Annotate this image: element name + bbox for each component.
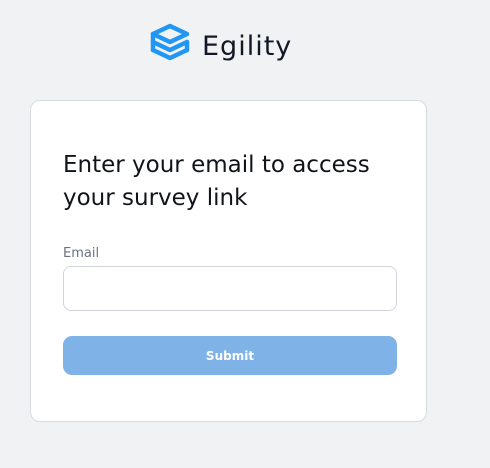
brand-header: Egility [147, 22, 292, 68]
submit-button[interactable]: Submit [63, 336, 397, 375]
egility-logo-icon [150, 23, 190, 61]
login-card: Enter your email to access your survey l… [30, 100, 427, 422]
brand-name: Egility [202, 30, 293, 62]
card-title: Enter your email to access your survey l… [63, 152, 370, 211]
email-input[interactable] [63, 266, 397, 311]
email-label: Email [63, 246, 100, 261]
